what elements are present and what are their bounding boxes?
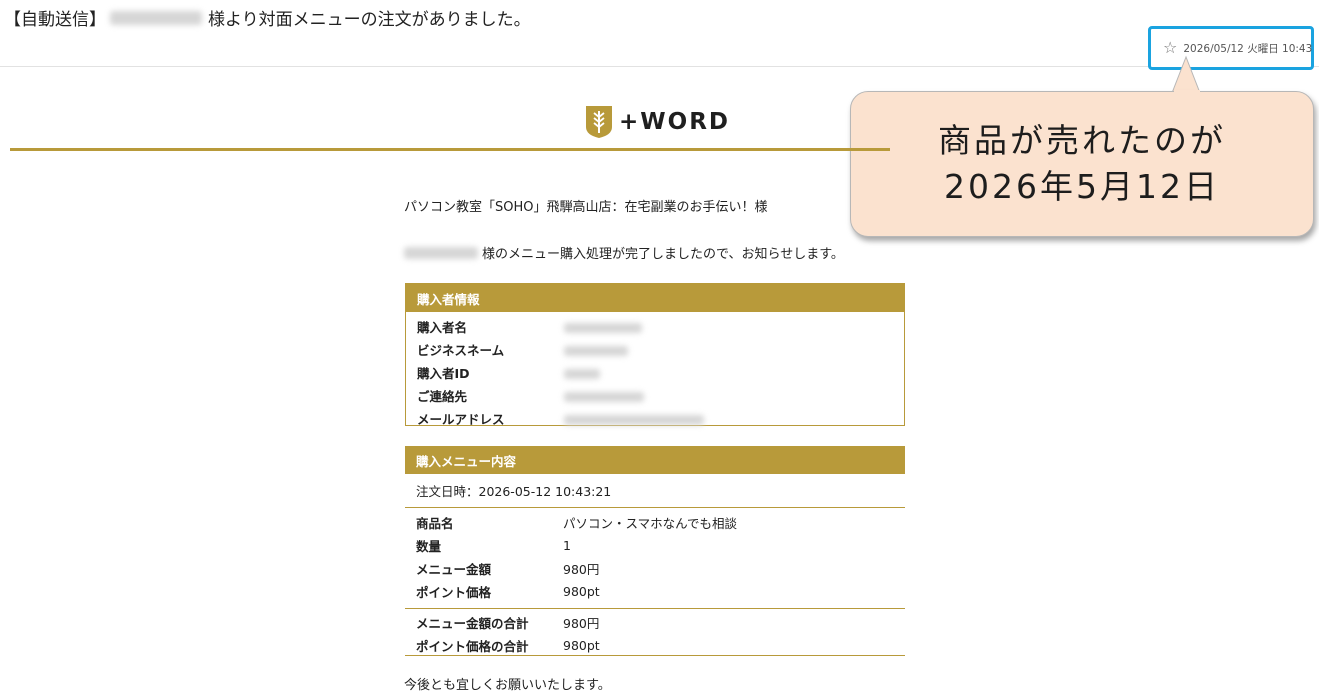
- subject-prefix: 【自動送信】: [4, 10, 106, 30]
- row-label: 購入者名: [417, 320, 468, 335]
- greeting-text: パソコン教室「SOHO」飛騨高山店：在宅副業のお手伝い！様: [404, 200, 768, 215]
- table-row: 数量 1: [405, 534, 905, 557]
- row-label: メニュー金額: [416, 562, 492, 577]
- table-row: ポイント価格 980pt: [405, 580, 905, 603]
- row-value: パソコン・スマホなんでも相談: [563, 516, 738, 531]
- callout-pointer-join: [1174, 90, 1200, 93]
- row-label: ご連絡先: [417, 389, 468, 404]
- redacted-value: [564, 391, 644, 402]
- row-label: メニュー金額の合計: [416, 616, 529, 631]
- table-row: メールアドレス: [406, 407, 904, 430]
- table-row: ビジネスネーム: [406, 338, 904, 361]
- redacted-value: [564, 368, 600, 379]
- table-row: 購入者ID: [406, 361, 904, 384]
- row-label: メールアドレス: [417, 412, 505, 427]
- callout-pointer: [1171, 55, 1201, 94]
- row-label: 購入者ID: [417, 366, 470, 381]
- logo-text: +WORD: [619, 109, 730, 135]
- redacted-value: [564, 414, 704, 425]
- purchase-menu-table: 購入メニュー内容 注文日時：2026-05-12 10:43:21 商品名 パソ…: [405, 446, 905, 656]
- email-date: 2026/05/12 火曜日 10:43: [1183, 42, 1313, 55]
- email-subject: 【自動送信】 様より対面メニューの注文がありました。: [4, 5, 531, 30]
- row-value: 980円: [563, 616, 600, 631]
- buyer-info-title: 購入者情報: [406, 284, 904, 312]
- annotation-callout: 商品が売れたのが 2026年5月12日: [850, 91, 1314, 237]
- table-row: 購入者名: [406, 315, 904, 338]
- redacted-sender-name: [110, 10, 202, 25]
- row-value: 980円: [563, 562, 600, 577]
- callout-line-1: 商品が売れたのが: [938, 121, 1226, 160]
- order-datetime: 注文日時：2026-05-12 10:43:21: [405, 474, 905, 508]
- gold-divider: [10, 148, 890, 151]
- header-divider: [0, 66, 1319, 67]
- row-label: ポイント価格: [416, 585, 492, 600]
- star-icon[interactable]: ☆: [1163, 40, 1177, 56]
- row-value: 1: [563, 538, 571, 553]
- callout-line-2: 2026年5月12日: [944, 167, 1220, 206]
- table-row: 商品名 パソコン・スマホなんでも相談: [405, 511, 905, 534]
- closing-text: 今後とも宜しくお願いいたします。: [404, 678, 611, 693]
- email-view: 【自動送信】 様より対面メニューの注文がありました。 ☆ 2026/05/12 …: [0, 0, 1319, 695]
- redacted-value: [564, 345, 628, 356]
- brand-logo: +WORD: [585, 104, 730, 140]
- row-value: 980pt: [563, 584, 600, 599]
- row-label: ビジネスネーム: [417, 343, 505, 358]
- redacted-buyer-name: [404, 246, 478, 259]
- row-label: 数量: [416, 539, 442, 554]
- purchase-menu-title: 購入メニュー内容: [405, 446, 905, 474]
- table-row: メニュー金額 980円: [405, 557, 905, 580]
- table-row: ご連絡先: [406, 384, 904, 407]
- row-label: ポイント価格の合計: [416, 639, 529, 654]
- buyer-info-table: 購入者情報 購入者名 ビジネスネーム 購入者ID ご連絡先 メールアドレス: [405, 283, 905, 427]
- table-row: メニュー金額の合計 980円: [405, 611, 905, 634]
- notice-text: 様のメニュー購入処理が完了しましたので、お知らせします。: [404, 243, 844, 262]
- notice-suffix: 様のメニュー購入処理が完了しましたので、お知らせします。: [482, 247, 844, 262]
- table-row: ポイント価格の合計 980pt: [405, 634, 905, 657]
- redacted-value: [564, 322, 642, 333]
- row-value: 980pt: [563, 638, 600, 653]
- row-label: 商品名: [416, 516, 454, 531]
- subject-suffix: 様より対面メニューの注文がありました。: [208, 10, 531, 30]
- wheat-shield-icon: [586, 106, 612, 138]
